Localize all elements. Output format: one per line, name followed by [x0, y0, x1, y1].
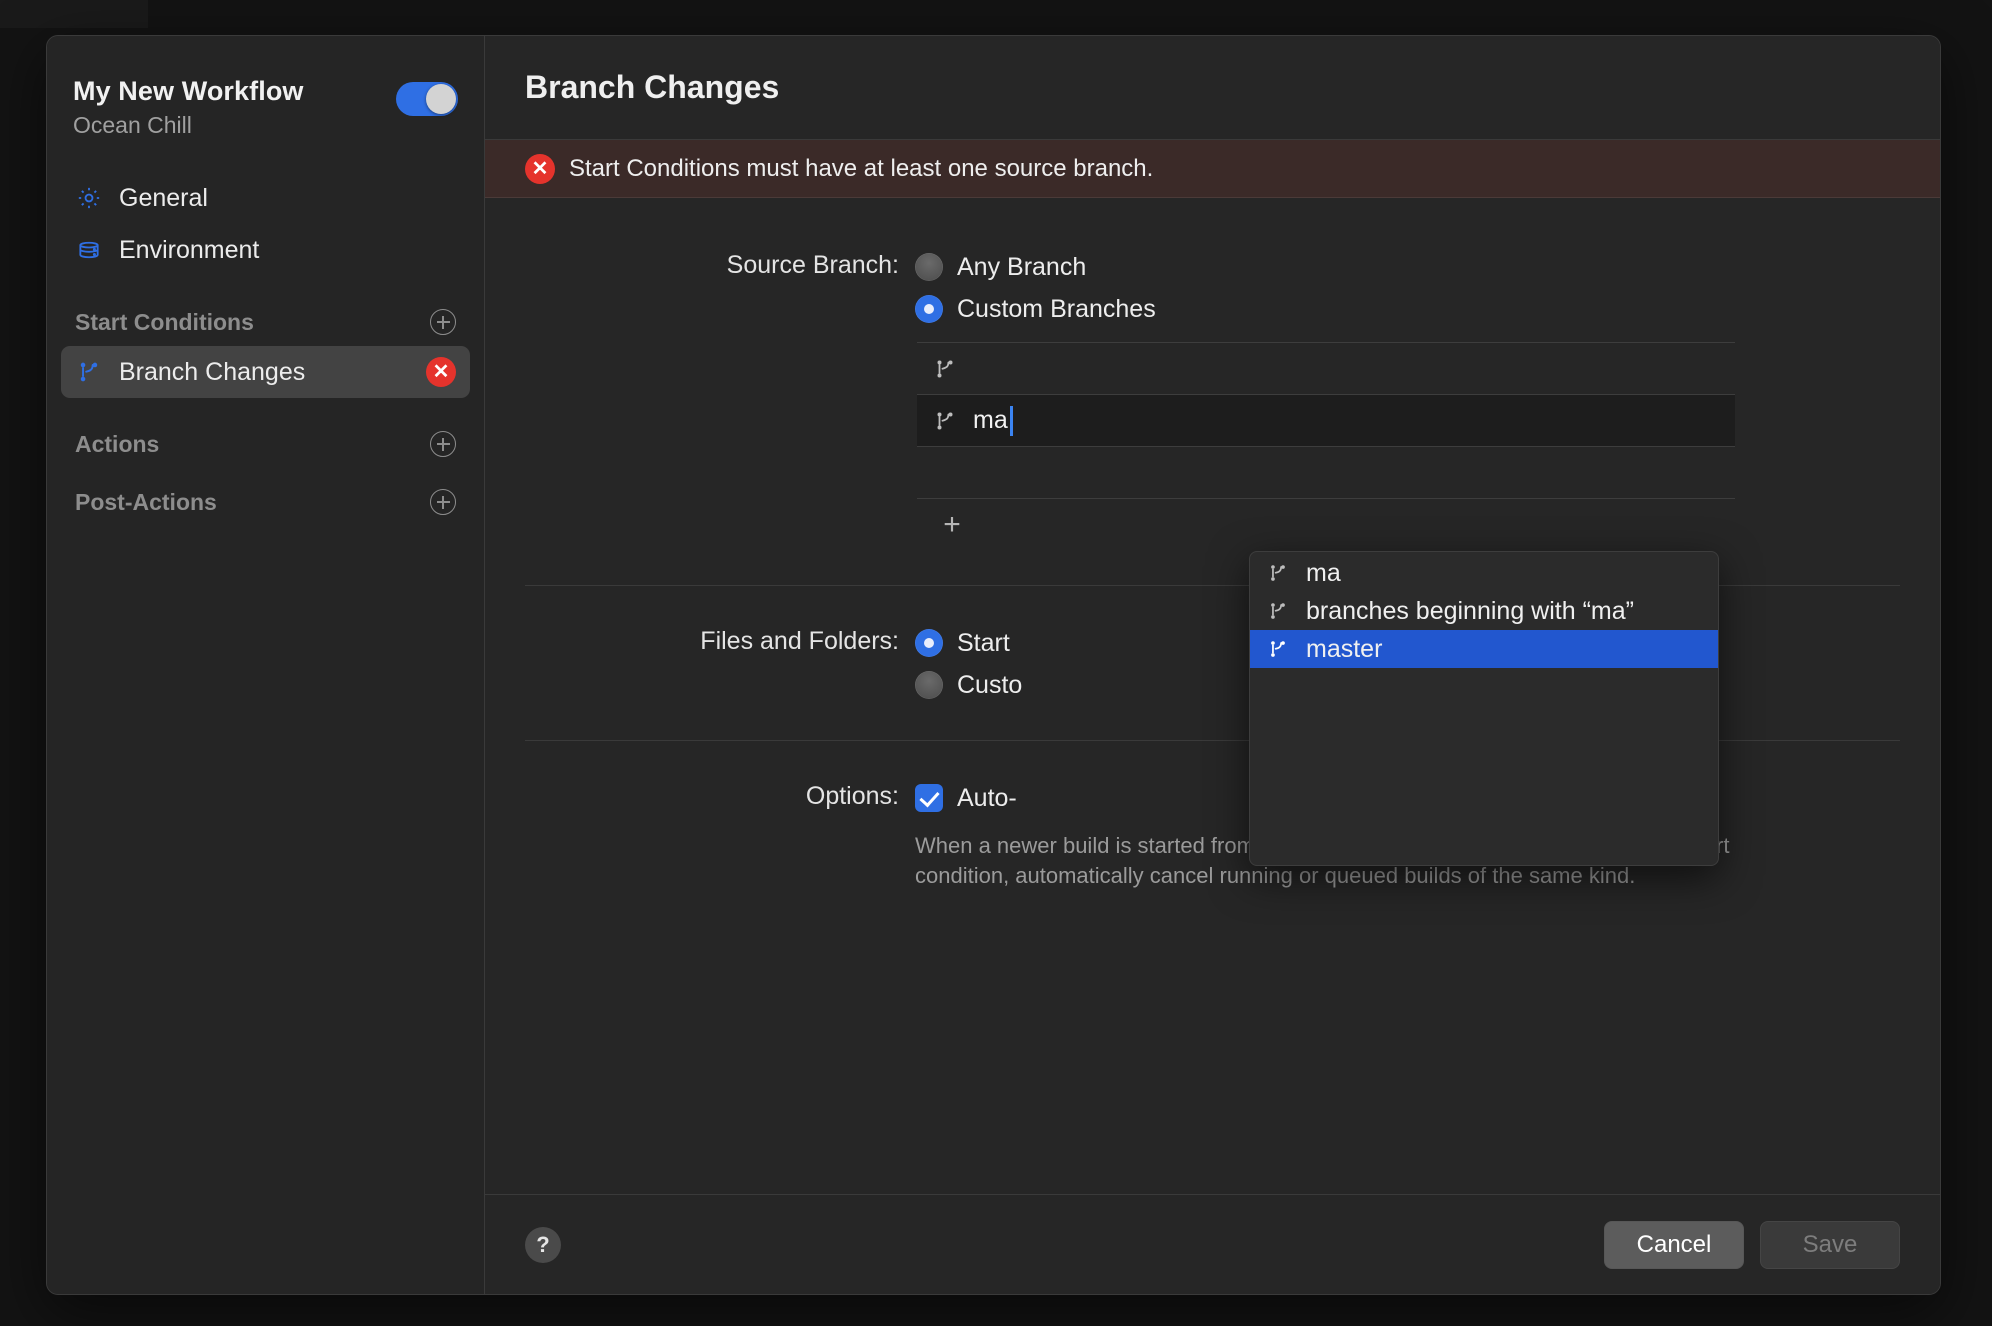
branch-value[interactable]	[973, 447, 1735, 498]
start-conditions-list: Branch Changes ✕	[47, 346, 484, 399]
auto-cancel-label: Auto-	[957, 783, 1017, 812]
branch-icon	[931, 355, 959, 383]
group-actions-header: Actions	[47, 422, 484, 466]
files-and-folders-row: Files and Folders: Start Custo	[485, 622, 1940, 706]
workflow-title: My New Workflow	[73, 76, 304, 106]
radio-any-branch-label: Any Branch	[957, 252, 1087, 281]
auto-cancel-checkbox[interactable]	[915, 784, 943, 812]
content-header: Branch Changes	[485, 36, 1940, 140]
autocomplete-item-label: ma	[1306, 558, 1341, 587]
autocomplete-item[interactable]: branches beginning with “ma”	[1250, 592, 1718, 630]
group-start-conditions-header: Start Conditions	[47, 300, 484, 344]
branch-name-text: ma	[973, 406, 1008, 434]
error-banner: ✕ Start Conditions must have at least on…	[485, 140, 1940, 198]
files-and-folders-label: Files and Folders:	[700, 627, 899, 655]
radio-custom-branches-label: Custom Branches	[957, 294, 1156, 323]
sidebar-item-branch-changes-label: Branch Changes	[119, 357, 306, 386]
form-area: Source Branch: Any Branch Custom Branche…	[485, 198, 1940, 1194]
radio-custom-control[interactable]	[915, 671, 943, 699]
workflow-enabled-toggle[interactable]	[396, 82, 458, 116]
group-start-conditions-title: Start Conditions	[75, 308, 254, 335]
sidebar-item-general-label: General	[119, 183, 208, 212]
group-actions-title: Actions	[75, 430, 160, 457]
branch-icon	[1264, 635, 1292, 663]
plus-icon[interactable]: +	[939, 510, 965, 540]
branch-row[interactable]: ma	[917, 395, 1735, 447]
radio-start-label: Start	[957, 628, 1010, 657]
sidebar-item-general[interactable]: General	[61, 172, 470, 224]
sidebar: My New Workflow Ocean Chill General Envi…	[47, 36, 485, 1294]
workflow-editor-sheet: My New Workflow Ocean Chill General Envi…	[46, 35, 1941, 1295]
sidebar-item-environment[interactable]: Environment	[61, 224, 470, 276]
help-button[interactable]: ?	[525, 1226, 561, 1263]
text-caret	[1009, 405, 1013, 436]
server-icon	[75, 236, 103, 264]
radio-custom-label: Custo	[957, 670, 1023, 699]
options-row: Options: Auto- When a newer build is sta…	[485, 777, 1940, 890]
radio-start-control[interactable]	[915, 629, 943, 657]
group-post-actions-header: Post-Actions	[47, 480, 484, 524]
autocomplete-item[interactable]: ma	[1250, 554, 1718, 592]
branch-autocomplete-popup: ma branches beginning with “ma” master	[1249, 551, 1719, 866]
save-button[interactable]: Save	[1760, 1220, 1900, 1269]
error-icon: ✕	[525, 153, 555, 184]
custom-branches-table: ma +	[917, 342, 1735, 551]
branch-name-input[interactable]: ma	[973, 395, 1735, 446]
cancel-button[interactable]: Cancel	[1604, 1220, 1744, 1269]
desktop-stripe	[0, 0, 148, 28]
workflow-subtitle: Ocean Chill	[73, 112, 192, 139]
branch-icon	[1264, 559, 1292, 587]
radio-custom-branches-control[interactable]	[915, 295, 943, 323]
page-title: Branch Changes	[525, 69, 780, 105]
branch-icon	[931, 407, 959, 435]
add-post-action-button[interactable]	[430, 489, 456, 516]
autocomplete-item-label: branches beginning with “ma”	[1306, 596, 1634, 625]
branch-icon	[931, 459, 959, 487]
toggle-knob	[426, 84, 456, 114]
desktop-background: My New Workflow Ocean Chill General Envi…	[0, 0, 1992, 1326]
branch-icon	[1264, 597, 1292, 625]
source-branch-label: Source Branch:	[726, 251, 899, 279]
autocomplete-item-label: master	[1306, 634, 1383, 663]
branch-row[interactable]	[917, 447, 1735, 499]
dialog-footer: ? Cancel Save	[485, 1194, 1940, 1294]
source-branch-row: Source Branch: Any Branch Custom Branche…	[485, 246, 1940, 551]
sidebar-item-environment-label: Environment	[119, 235, 260, 264]
group-post-actions-title: Post-Actions	[75, 488, 217, 515]
branch-changes-error-badge: ✕	[426, 357, 456, 388]
branch-value[interactable]	[973, 343, 1735, 394]
error-message: Start Conditions must have at least one …	[569, 154, 1154, 182]
radio-any-branch-control[interactable]	[915, 253, 943, 281]
source-branch-body: Any Branch Custom Branches ma +	[915, 246, 1900, 551]
content-pane: Branch Changes ✕ Start Conditions must h…	[485, 36, 1940, 1294]
autocomplete-item-selected[interactable]: master	[1250, 630, 1718, 668]
sidebar-item-branch-changes[interactable]: Branch Changes ✕	[61, 346, 470, 399]
branch-icon	[75, 358, 103, 386]
radio-any-branch[interactable]: Any Branch	[915, 246, 1900, 288]
sidebar-nav-list: General Environment	[47, 172, 484, 276]
branch-row[interactable]	[917, 343, 1735, 395]
add-branch-row[interactable]: +	[917, 499, 1735, 551]
add-start-condition-button[interactable]	[430, 309, 456, 336]
radio-custom-branches[interactable]: Custom Branches	[915, 288, 1900, 330]
options-label: Options:	[805, 782, 899, 810]
add-action-button[interactable]	[430, 431, 456, 458]
gear-icon	[75, 184, 103, 212]
workflow-title-block: My New Workflow Ocean Chill	[73, 76, 396, 138]
workflow-header: My New Workflow Ocean Chill	[47, 58, 484, 142]
